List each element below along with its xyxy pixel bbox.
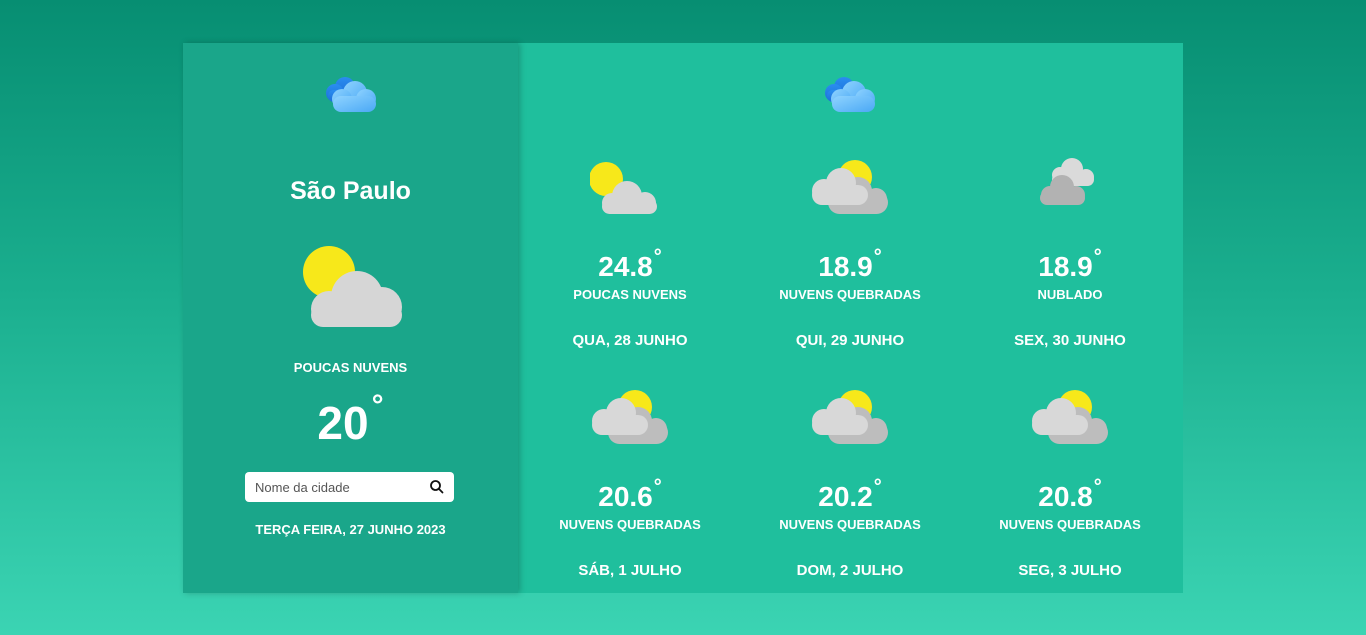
forecast-date: SEX, 30 JUNHO <box>1014 332 1126 349</box>
forecast-temperature: 20.8° <box>960 476 1180 513</box>
overcast-clouds-icon <box>1040 158 1094 205</box>
forecast-date: QUA, 28 JUNHO <box>572 332 688 349</box>
forecast-temperature-value: 18.9 <box>1038 251 1093 282</box>
broken-clouds-icon <box>592 390 668 444</box>
broken-clouds-icon <box>1032 390 1108 444</box>
forecast-date: QUI, 29 JUNHO <box>795 332 905 349</box>
forecast-description: NUVENS QUEBRADAS <box>779 287 921 302</box>
degree-symbol: ° <box>873 246 882 268</box>
search-icon[interactable] <box>428 478 446 496</box>
forecast-temperature: 18.9° <box>740 246 960 283</box>
degree-symbol: ° <box>371 389 384 422</box>
forecast-date: SÁB, 1 JULHO <box>578 562 682 579</box>
forecast-temperature: 20.6° <box>520 476 740 513</box>
cloud-logo-icon <box>326 77 376 112</box>
forecast-date: SEG, 3 JULHO <box>1018 562 1122 579</box>
city-search-box <box>245 472 454 502</box>
forecast-description: NUVENS QUEBRADAS <box>559 517 701 532</box>
sun-behind-cloud-icon <box>303 246 402 327</box>
current-temperature: 20 ° <box>183 389 518 455</box>
broken-clouds-icon <box>812 160 888 214</box>
cloud-logo-icon <box>825 77 875 112</box>
city-name: São Paulo <box>290 177 411 205</box>
forecast-description: POUCAS NUVENS <box>573 287 687 302</box>
forecast-temperature-value: 20.2 <box>818 481 873 512</box>
forecast-description: NUVENS QUEBRADAS <box>779 517 921 532</box>
broken-clouds-icon <box>812 390 888 444</box>
degree-symbol: ° <box>1093 246 1102 268</box>
forecast-temperature-value: 24.8 <box>598 251 653 282</box>
weather-app: São Paulo POUCAS NUVENS 20° TERÇA FEIRA,… <box>183 43 1183 593</box>
forecast-temperature: 24.8° <box>520 246 740 283</box>
current-temperature-value: 20 <box>317 397 369 449</box>
forecast-temperature: 18.9° <box>960 246 1180 283</box>
forecast-temperature: 20.2° <box>740 476 960 513</box>
degree-symbol: ° <box>653 476 662 498</box>
forecast-description: NUVENS QUEBRADAS <box>999 517 1141 532</box>
current-weather-panel: São Paulo POUCAS NUVENS 20° TERÇA FEIRA,… <box>183 43 518 593</box>
current-description: POUCAS NUVENS <box>293 360 408 375</box>
degree-symbol: ° <box>1093 476 1102 498</box>
forecast-temperature-value: 18.9 <box>818 251 873 282</box>
sun-behind-cloud-icon <box>590 162 657 214</box>
forecast-temperature-value: 20.8 <box>1038 481 1093 512</box>
forecast-temperature-value: 20.6 <box>598 481 653 512</box>
forecast-panel: 24.8° POUCAS NUVENS QUA, 28 JUNHO 18.9° <box>518 43 1183 593</box>
city-search-input[interactable] <box>245 472 425 502</box>
current-date: TERÇA FEIRA, 27 JUNHO 2023 <box>255 522 446 537</box>
degree-symbol: ° <box>873 476 882 498</box>
degree-symbol: ° <box>653 246 662 268</box>
forecast-description: NUBLADO <box>1037 287 1103 302</box>
forecast-date: DOM, 2 JULHO <box>796 562 904 579</box>
